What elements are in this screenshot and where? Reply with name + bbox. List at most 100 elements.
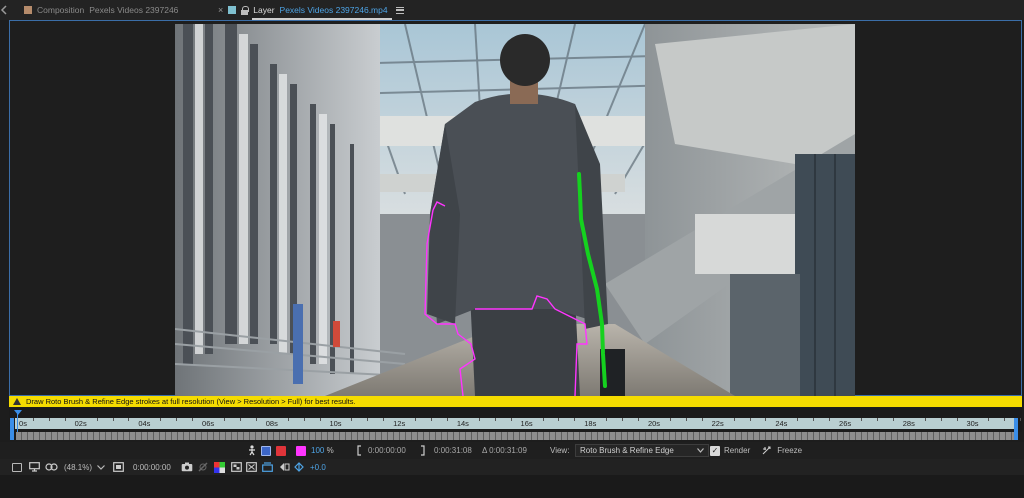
viewer-status-bar: (48.1%) 0:00:00:00 +0.0 bbox=[0, 459, 1024, 475]
view-dropdown[interactable]: Roto Brush & Refine Edge bbox=[575, 444, 709, 457]
ruler-label: 28s bbox=[902, 419, 915, 428]
tab-composition[interactable]: Composition Pexels Videos 2397246 bbox=[24, 0, 178, 20]
ruler-tick bbox=[478, 418, 480, 421]
reset-exposure-icon[interactable] bbox=[294, 461, 304, 473]
in-time[interactable]: 0:00:00:00 bbox=[368, 444, 406, 457]
in-time-value[interactable]: 0:00:00:00 bbox=[368, 446, 406, 455]
chevron-down-icon bbox=[97, 464, 105, 470]
ruler-label: 18s bbox=[584, 419, 597, 428]
out-point-icon[interactable] bbox=[420, 444, 426, 457]
ruler-tick bbox=[622, 418, 624, 421]
ruler-label: 30s bbox=[966, 419, 979, 428]
view-options-icon[interactable] bbox=[279, 461, 290, 473]
lock-icon[interactable] bbox=[241, 5, 250, 15]
in-point-icon[interactable] bbox=[356, 444, 362, 457]
overlay-color-swatch[interactable] bbox=[296, 444, 306, 457]
panel-menu-icon[interactable] bbox=[395, 6, 404, 14]
color-swatch-icon bbox=[296, 445, 306, 456]
fast-previews-icon[interactable] bbox=[262, 461, 273, 473]
ruler-tick bbox=[669, 418, 671, 421]
ruler-tick bbox=[574, 418, 576, 421]
tab-layer-name: Pexels Videos 2397246.mp4 bbox=[279, 5, 388, 15]
alpha-icon bbox=[261, 445, 271, 456]
opacity-unit: % bbox=[326, 446, 334, 455]
panel-arrow-icon[interactable] bbox=[0, 4, 8, 16]
warning-text: Draw Roto Brush & Refine Edge strokes at… bbox=[26, 397, 356, 406]
freeze-label: Freeze bbox=[777, 446, 803, 455]
ruler-tick bbox=[367, 418, 369, 421]
ruler-tick bbox=[542, 418, 544, 421]
layer-timeline-ruler[interactable]: 0s 02s 04s 06s 08s 10s 12s 14s 16s 18s 20s 22s 24s 26… bbox=[9, 408, 1022, 438]
roto-brush-toolbar: 100 % 0:00:00:00 0:00:31:08 Δ 0:00:31:09… bbox=[0, 442, 1024, 459]
always-preview-icon[interactable] bbox=[12, 461, 22, 473]
freeze-icon bbox=[762, 446, 771, 455]
ruler-tick bbox=[303, 418, 305, 421]
ruler-tick bbox=[685, 418, 687, 421]
ruler-tick bbox=[255, 418, 257, 421]
out-time-value[interactable]: 0:00:31:08 bbox=[434, 446, 472, 455]
magnification-dropdown[interactable]: (48.1%) bbox=[64, 461, 105, 473]
ruler-tick bbox=[431, 418, 433, 421]
ruler-tick bbox=[96, 418, 98, 421]
video-frame[interactable] bbox=[175, 24, 855, 396]
duration-value: Δ 0:00:31:09 bbox=[482, 446, 527, 455]
ruler-tick bbox=[813, 418, 815, 421]
safe-margins-icon[interactable] bbox=[113, 461, 124, 473]
ruler-tick bbox=[749, 418, 751, 421]
checkmark-icon: ✓ bbox=[710, 445, 720, 456]
freeze-button[interactable]: Freeze bbox=[761, 444, 802, 457]
color-channels-icon[interactable] bbox=[214, 461, 225, 473]
tab-layer[interactable]: × Layer Pexels Videos 2397246.mp4 bbox=[218, 0, 404, 20]
alpha-overlay-toggle[interactable] bbox=[261, 444, 271, 457]
ruler-label: 22s bbox=[711, 419, 724, 428]
work-area-start-handle[interactable] bbox=[10, 418, 14, 440]
ruler-tick bbox=[494, 418, 496, 421]
work-area-end-handle[interactable] bbox=[1014, 418, 1018, 440]
time-ruler-track[interactable] bbox=[15, 418, 1015, 429]
show-snapshot-icon[interactable] bbox=[198, 461, 208, 473]
ruler-tick bbox=[48, 418, 50, 421]
ruler-label: 10s bbox=[329, 419, 342, 428]
ruler-tick bbox=[160, 418, 162, 421]
ruler-label: 12s bbox=[393, 419, 406, 428]
current-time-value[interactable]: 0:00:00:00 bbox=[133, 463, 171, 472]
mask-visibility-icon[interactable] bbox=[45, 461, 58, 473]
exposure-value[interactable]: +0.0 bbox=[310, 461, 326, 473]
ruler-tick bbox=[558, 418, 560, 421]
view-label-text: View: bbox=[550, 446, 570, 455]
ruler-label: 0s bbox=[19, 419, 27, 428]
ruler-tick bbox=[224, 418, 226, 421]
ruler-tick bbox=[892, 418, 894, 421]
ruler-tick bbox=[988, 418, 990, 421]
overlay-opacity[interactable]: 100 % bbox=[311, 444, 334, 457]
ruler-tick bbox=[446, 418, 448, 421]
zoom-value[interactable]: (48.1%) bbox=[64, 463, 92, 472]
snapshot-camera-icon[interactable] bbox=[181, 461, 193, 473]
ruler-tick bbox=[128, 418, 130, 421]
ruler-tick bbox=[797, 418, 799, 421]
ruler-tick bbox=[876, 418, 878, 421]
ruler-tick bbox=[861, 418, 863, 421]
ruler-tick bbox=[829, 418, 831, 421]
ruler-tick bbox=[924, 418, 926, 421]
person-icon[interactable] bbox=[248, 444, 256, 457]
ruler-tick bbox=[1020, 418, 1022, 421]
exposure-value-text[interactable]: +0.0 bbox=[310, 463, 326, 472]
render-checkbox[interactable]: ✓ Render bbox=[710, 444, 750, 457]
ruler-label: 06s bbox=[202, 419, 215, 428]
ruler-label: 02s bbox=[74, 419, 87, 428]
resolution-warning-bar: Draw Roto Brush & Refine Edge strokes at… bbox=[9, 396, 1022, 407]
overlay-toggle[interactable] bbox=[276, 444, 286, 457]
ruler-tick bbox=[733, 418, 735, 421]
monitor-icon[interactable] bbox=[29, 461, 40, 473]
region-of-interest-icon[interactable] bbox=[246, 461, 257, 473]
transparency-grid-icon[interactable] bbox=[231, 461, 242, 473]
current-time-indicator-head[interactable] bbox=[14, 410, 22, 415]
close-tab-button[interactable]: × bbox=[218, 5, 223, 15]
current-time-display[interactable]: 0:00:00:00 bbox=[133, 461, 171, 473]
panel-bottom-area bbox=[0, 475, 1024, 498]
duration: Δ 0:00:31:09 bbox=[482, 444, 527, 457]
opacity-value[interactable]: 100 bbox=[311, 446, 324, 455]
out-time[interactable]: 0:00:31:08 bbox=[434, 444, 472, 457]
frame-strip[interactable] bbox=[16, 432, 1016, 440]
